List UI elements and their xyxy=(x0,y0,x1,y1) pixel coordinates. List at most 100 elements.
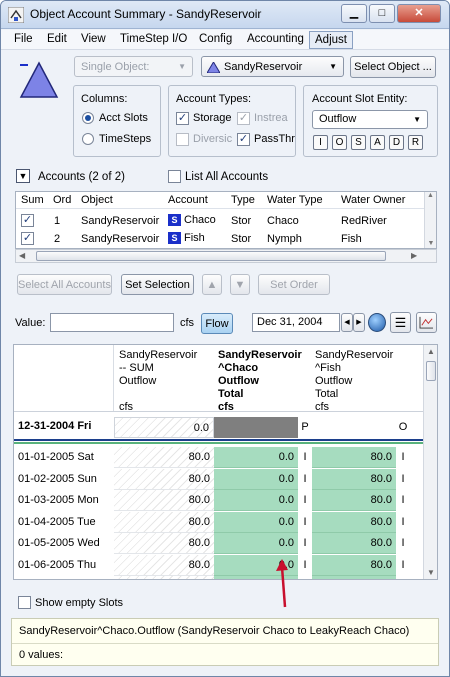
accounts-scrollbar[interactable]: ▲ ▼ xyxy=(424,192,436,248)
initial-sum-cell[interactable]: 0.0 xyxy=(114,417,214,438)
scroll-down-icon[interactable]: ▼ xyxy=(424,568,437,577)
object-select-dropdown[interactable]: SandyReservoir ▼ xyxy=(201,56,344,77)
grid-scrollbar[interactable]: ▲ ▼ xyxy=(423,345,437,579)
sum-cell[interactable]: 80.0 xyxy=(114,554,214,576)
row-date-label: 01-01-2005 Sat xyxy=(18,451,94,463)
fish-cell[interactable]: 80.0 xyxy=(312,533,396,554)
chaco-cell[interactable]: 0.0 xyxy=(214,511,298,533)
menu-adjust[interactable]: Adjust xyxy=(309,31,353,49)
set-selection-button[interactable]: Set Selection xyxy=(121,274,194,295)
list-view-icon[interactable]: ☰ xyxy=(390,312,411,333)
set-order-button[interactable]: Set Order xyxy=(258,274,330,295)
hscroll-thumb[interactable] xyxy=(36,251,386,261)
plot-icon[interactable] xyxy=(416,312,437,333)
move-up-icon[interactable]: ▲ xyxy=(202,274,222,295)
grid-scroll-thumb[interactable] xyxy=(426,361,436,381)
fish-cell[interactable]: 80.0 xyxy=(312,447,396,468)
scroll-right-icon[interactable]: ▶ xyxy=(411,251,417,260)
date-prev-icon[interactable]: ◀ xyxy=(341,313,353,332)
col-sum[interactable]: Sum xyxy=(21,194,44,206)
chaco-cell[interactable]: 0.0 xyxy=(214,533,298,554)
menu-accounting[interactable]: Accounting xyxy=(247,33,304,45)
fish-cell[interactable]: 80.0 xyxy=(312,490,396,511)
fish-cell[interactable]: 80.0 xyxy=(312,576,396,579)
minimize-button[interactable]: ▁ xyxy=(341,4,367,23)
col-chaco-header[interactable]: SandyReservoir ^Chaco Outflow Total cfs xyxy=(218,349,302,414)
scroll-down-icon[interactable]: ▼ xyxy=(425,240,437,247)
maximize-button[interactable]: □ xyxy=(369,4,395,23)
fish-cell[interactable]: 80.0 xyxy=(312,511,396,533)
chaco-flag: I xyxy=(303,472,307,485)
object-cell: SandyReservoir xyxy=(81,215,160,227)
reservoir-icon[interactable] xyxy=(17,59,59,99)
scroll-up-icon[interactable]: ▲ xyxy=(425,192,436,199)
flow-button[interactable]: Flow xyxy=(201,313,233,334)
select-all-accounts-button[interactable]: Select All Accounts xyxy=(17,274,112,295)
fish-flag: I xyxy=(401,472,405,485)
close-button[interactable]: ✕ xyxy=(397,4,441,23)
storage-checkbox[interactable]: ✓ xyxy=(176,112,189,125)
title-bar[interactable]: Object Account Summary - SandyReservoir … xyxy=(1,1,449,29)
acct-slots-radio[interactable] xyxy=(82,112,94,124)
timesteps-radio[interactable] xyxy=(82,133,94,145)
sum-cell[interactable]: 80.0 xyxy=(114,468,214,490)
col-water-owner[interactable]: Water Owner xyxy=(341,194,405,206)
select-object-button[interactable]: Select Object ... xyxy=(350,56,436,78)
entity-a-button[interactable]: A xyxy=(370,135,385,150)
entity-d-button[interactable]: D xyxy=(389,135,404,150)
initial-chaco-cell[interactable] xyxy=(214,417,298,438)
scroll-up-icon[interactable]: ▲ xyxy=(424,347,437,356)
sum-cell[interactable]: 80.0 xyxy=(114,576,214,579)
value-input[interactable] xyxy=(50,313,174,332)
accounts-hscrollbar[interactable]: ◀ ▶ xyxy=(15,249,437,263)
entity-s-button[interactable]: S xyxy=(351,135,366,150)
entity-o-button[interactable]: O xyxy=(332,135,347,150)
sum-cell[interactable]: 80.0 xyxy=(114,490,214,511)
col-ord[interactable]: Ord xyxy=(53,194,71,206)
globe-icon[interactable] xyxy=(368,313,386,332)
collapse-toggle-icon[interactable]: ▼ xyxy=(16,169,30,183)
sum-cell[interactable]: 80.0 xyxy=(114,511,214,533)
scroll-left-icon[interactable]: ◀ xyxy=(19,251,25,260)
header-divider xyxy=(16,208,424,209)
menu-file[interactable]: File xyxy=(14,33,33,45)
initial-fish-cell[interactable] xyxy=(312,417,396,438)
menu-timestep-io[interactable]: TimeStep I/O xyxy=(120,33,187,45)
chaco-cell[interactable]: 0.0 xyxy=(214,468,298,490)
table-row[interactable]: ✓ 1 SandyReservoir S Chaco Stor Chaco Red… xyxy=(16,212,424,229)
menu-config[interactable]: Config xyxy=(199,33,232,45)
fish-cell[interactable]: 80.0 xyxy=(312,554,396,576)
sum-cell[interactable]: 80.0 xyxy=(114,533,214,554)
diversion-label: Diversic xyxy=(193,133,233,145)
account-cell: S Fish xyxy=(168,232,205,245)
col-water-type[interactable]: Water Type xyxy=(267,194,323,206)
list-all-accounts-checkbox[interactable] xyxy=(168,170,181,183)
passthrough-checkbox[interactable]: ✓ xyxy=(237,133,250,146)
move-down-icon[interactable]: ▼ xyxy=(230,274,250,295)
entity-r-button[interactable]: R xyxy=(408,135,423,150)
date-field[interactable]: Dec 31, 2004 xyxy=(252,313,340,332)
units-label: cfs xyxy=(180,317,195,329)
entity-i-button[interactable]: I xyxy=(313,135,328,150)
date-next-icon[interactable]: ▶ xyxy=(353,313,365,332)
table-row[interactable]: ✓ 2 SandyReservoir S Fish Stor Nymph Fish xyxy=(16,230,424,247)
sum-checkbox[interactable]: ✓ xyxy=(21,214,34,227)
col-type[interactable]: Type xyxy=(231,194,255,206)
status-values-count: 0 values: xyxy=(19,649,64,661)
status-panel: SandyReservoir^Chaco.Outflow (SandyReser… xyxy=(11,618,439,666)
col-sum-header[interactable]: SandyReservoir -- SUM Outflow cfs xyxy=(119,349,197,414)
menu-view[interactable]: View xyxy=(81,33,106,45)
show-empty-slots-checkbox[interactable] xyxy=(18,596,31,609)
menu-edit[interactable]: Edit xyxy=(47,33,67,45)
fish-cell[interactable]: 80.0 xyxy=(312,468,396,490)
slot-entity-dropdown[interactable]: Outflow ▼ xyxy=(312,110,428,129)
col-account[interactable]: Account xyxy=(168,194,208,206)
chaco-cell[interactable]: 0.0 xyxy=(214,447,298,468)
sum-cell[interactable]: 80.0 xyxy=(114,447,214,468)
col-object[interactable]: Object xyxy=(81,194,113,206)
col-fish-header[interactable]: SandyReservoir ^Fish Outflow Total cfs xyxy=(315,349,393,414)
storage-badge-icon: S xyxy=(168,232,181,245)
chaco-cell[interactable]: 0.0 xyxy=(214,490,298,511)
diversion-checkbox xyxy=(176,133,189,146)
sum-checkbox[interactable]: ✓ xyxy=(21,232,34,245)
